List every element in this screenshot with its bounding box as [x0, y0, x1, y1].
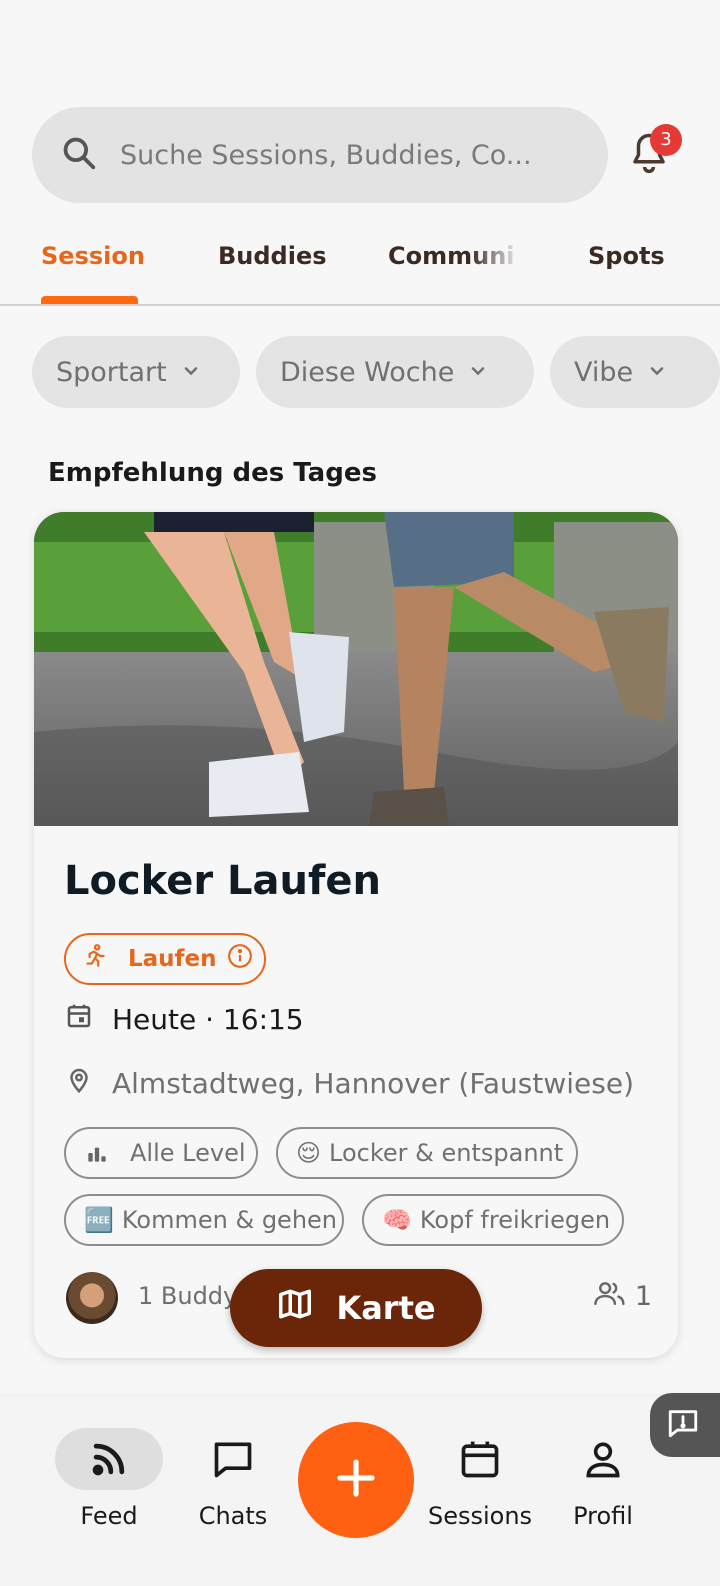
map-button-label: Karte	[336, 1289, 436, 1327]
session-card[interactable]: Locker Laufen Laufen Heute · 16:15 Almst…	[34, 512, 678, 1358]
filter-sportart[interactable]: Sportart	[32, 336, 240, 408]
datetime-text: Heute · 16:15	[112, 1003, 304, 1036]
participant-number: 1	[634, 1281, 652, 1312]
chevron-down-icon	[454, 357, 488, 388]
nav-label: Feed	[80, 1502, 138, 1530]
session-datetime: Heute · 16:15	[64, 1001, 304, 1038]
notification-badge: 3	[650, 124, 682, 156]
location-pin-icon	[64, 1065, 94, 1102]
participant-count: 1	[593, 1278, 652, 1315]
calendar-icon	[420, 1428, 540, 1490]
filter-label: Diese Woche	[280, 356, 455, 388]
tag-level: Alle Level	[64, 1127, 258, 1179]
tag-label: Kopf freikriegen	[419, 1206, 611, 1234]
calendar-icon	[64, 1001, 94, 1038]
buddy-count-text: 1 Buddy	[138, 1282, 238, 1310]
feedback-icon	[666, 1406, 700, 1445]
filter-label: Sportart	[56, 356, 167, 388]
tab-buddies[interactable]: Buddies	[218, 242, 327, 270]
people-icon	[593, 1278, 635, 1315]
bell-icon	[628, 133, 670, 180]
relieved-emoji-icon: 😌	[296, 1139, 322, 1167]
free-emoji-icon: 🆓	[84, 1206, 114, 1234]
map-icon	[276, 1285, 336, 1331]
tab-fade	[470, 230, 530, 300]
search-icon	[60, 134, 98, 177]
running-icon	[82, 943, 108, 975]
chat-icon	[173, 1428, 293, 1490]
info-icon[interactable]	[227, 943, 253, 975]
avatar[interactable]	[66, 1272, 118, 1324]
session-title: Locker Laufen	[64, 858, 381, 904]
rss-icon	[49, 1428, 169, 1490]
tab-bar: Session Buddies Communi Spots	[0, 230, 720, 306]
plus-icon	[332, 1454, 380, 1507]
session-photo	[34, 512, 678, 826]
nav-chats[interactable]: Chats	[173, 1428, 293, 1530]
tag-label: Alle Level	[130, 1139, 246, 1167]
nav-feed[interactable]: Feed	[49, 1428, 169, 1530]
brain-emoji-icon: 🧠	[382, 1206, 412, 1234]
search-input[interactable]	[120, 139, 590, 171]
create-session-button[interactable]	[298, 1422, 414, 1538]
location-text: Almstadtweg, Hannover (Faustwiese)	[112, 1067, 635, 1100]
filter-label: Vibe	[574, 356, 634, 388]
chevron-down-icon	[633, 357, 667, 388]
map-button[interactable]: Karte	[230, 1269, 482, 1347]
section-title: Empfehlung des Tages	[48, 458, 377, 488]
nav-label: Profil	[573, 1502, 633, 1530]
search-bar[interactable]	[32, 107, 608, 203]
tag-label: Locker & entspannt	[329, 1139, 564, 1167]
nav-sessions[interactable]: Sessions	[420, 1428, 540, 1530]
tag-goal: 🧠 Kopf freikriegen	[362, 1194, 624, 1246]
filter-vibe[interactable]: Vibe	[550, 336, 720, 408]
nav-profil[interactable]: Profil	[543, 1428, 663, 1530]
sport-badge[interactable]: Laufen	[64, 933, 266, 985]
tag-vibe: 😌 Locker & entspannt	[276, 1127, 578, 1179]
bar-chart-icon	[84, 1140, 110, 1166]
person-icon	[543, 1428, 663, 1490]
nav-label: Chats	[198, 1502, 268, 1530]
sport-label: Laufen	[128, 946, 217, 972]
tag-drop-in: 🆓 Kommen & gehen	[64, 1194, 344, 1246]
nav-label: Sessions	[427, 1502, 533, 1530]
tab-spots[interactable]: Spots	[588, 242, 665, 270]
notifications-button[interactable]: 3	[628, 124, 682, 180]
chevron-down-icon	[167, 357, 201, 388]
tab-session[interactable]: Session	[41, 242, 145, 270]
active-tab-indicator	[41, 296, 138, 304]
filter-diese-woche[interactable]: Diese Woche	[256, 336, 534, 408]
session-location: Almstadtweg, Hannover (Faustwiese)	[64, 1065, 634, 1102]
tag-label: Kommen & gehen	[121, 1206, 338, 1234]
